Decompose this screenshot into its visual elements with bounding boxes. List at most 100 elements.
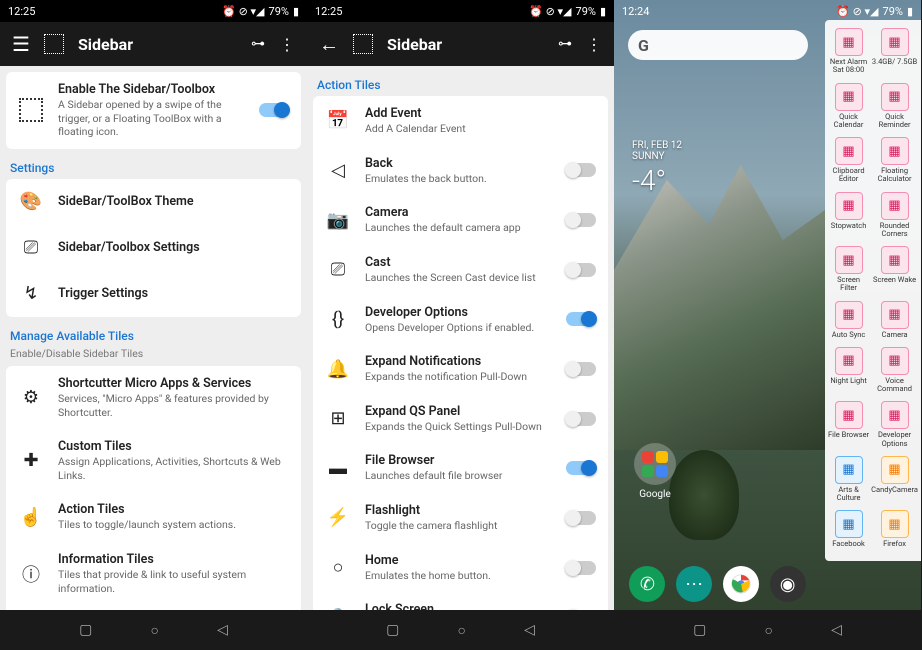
panel-item[interactable]: ▦ Voice Command — [870, 345, 919, 400]
circle-o-icon: ○ — [325, 555, 351, 581]
panel-item[interactable]: ▦ CandyCamera — [870, 454, 919, 509]
overflow-icon[interactable]: ⋮ — [279, 35, 295, 54]
nav-recent-icon[interactable]: ▢ — [79, 622, 92, 638]
nav-back-icon[interactable]: ◁ — [217, 622, 228, 638]
weather-widget[interactable]: FRI, FEB 12 SUNNY -4° — [632, 140, 682, 197]
key-icon[interactable]: ⊶ — [251, 36, 265, 52]
action-row[interactable]: 📅 Add Event Add A Calendar Event — [313, 96, 608, 146]
action-toggle[interactable] — [566, 362, 596, 376]
settings-row[interactable]: ↯ Trigger Settings — [6, 271, 301, 317]
dock-messages-icon[interactable]: ⋯ — [676, 566, 712, 602]
panel-label: Voice Command — [871, 377, 918, 394]
row-sub: Expands the notification Pull-Down — [365, 370, 552, 384]
panel-item[interactable]: ▦ Screen Filter — [827, 244, 870, 299]
action-row[interactable]: ⎚ Cast Launches the Screen Cast device l… — [313, 245, 608, 295]
action-row[interactable]: 🔒 Lock Screen Locks your screen — [313, 592, 608, 610]
puzzle-icon: ✚ — [18, 448, 44, 474]
action-row[interactable]: ⚡ Flashlight Toggle the camera flashligh… — [313, 493, 608, 543]
tile-row[interactable]: ✚ Custom Tiles Assign Applications, Acti… — [6, 429, 301, 492]
panel-item[interactable]: ▦ Stopwatch — [827, 190, 870, 245]
panel-label: Rounded Corners — [871, 222, 918, 239]
action-toggle[interactable] — [566, 561, 596, 575]
content-scroll[interactable]: Action Tiles 📅 Add Event Add A Calendar … — [307, 66, 614, 610]
enable-toggle[interactable] — [259, 103, 289, 117]
google-search[interactable]: G — [628, 30, 808, 60]
tile-row[interactable]: ☝ Action Tiles Tiles to toggle/launch sy… — [6, 492, 301, 542]
nav-recent-icon[interactable]: ▢ — [693, 622, 706, 638]
nav-home-icon[interactable]: ○ — [150, 622, 158, 639]
content-scroll[interactable]: Enable The Sidebar/Toolbox A Sidebar ope… — [0, 66, 307, 610]
panel-item[interactable]: ▦ 3.4GB/ 7.5GB — [870, 26, 919, 81]
action-row[interactable]: 🔔 Expand Notifications Expands the notif… — [313, 344, 608, 394]
tile-row[interactable]: ⚙ Shortcutter Micro Apps & Services Serv… — [6, 366, 301, 429]
action-toggle[interactable] — [566, 213, 596, 227]
nav-home-icon[interactable]: ○ — [764, 622, 772, 639]
panel-label: Quick Reminder — [871, 113, 918, 130]
panel-item[interactable]: ▦ Camera — [870, 299, 919, 345]
action-toggle[interactable] — [566, 312, 596, 326]
panel-item[interactable]: ▦ Floating Calculator — [870, 135, 919, 190]
action-toggle[interactable] — [566, 461, 596, 475]
grid-icon — [19, 98, 43, 122]
panel-item[interactable]: ▦ Firefox — [870, 508, 919, 554]
status-icons: ⏰ ⊘ ▾◢ 79% ▮ — [222, 5, 299, 18]
action-toggle[interactable] — [566, 263, 596, 277]
dock-camera-icon[interactable]: ◉ — [770, 566, 806, 602]
panel-item[interactable]: ▦ Next Alarm Sat 08:00 — [827, 26, 870, 81]
status-bar: 12:25 ⏰ ⊘ ▾◢ 79% ▮ — [0, 0, 307, 22]
key-icon[interactable]: ⊶ — [558, 36, 572, 52]
panel-item[interactable]: ▦ Rounded Corners — [870, 190, 919, 245]
overflow-icon[interactable]: ⋮ — [586, 35, 602, 54]
action-row[interactable]: ▬ File Browser Launches default file bro… — [313, 443, 608, 493]
action-toggle[interactable] — [566, 163, 596, 177]
panel-item[interactable]: ▦ File Browser — [827, 399, 870, 454]
status-bar: 12:24 ⏰ ⊘ ▾◢ 79% ▮ — [614, 0, 921, 22]
action-row[interactable]: ○ Home Emulates the home button. — [313, 543, 608, 593]
row-sub: Launches the default camera app — [365, 221, 552, 235]
action-toggle[interactable] — [566, 511, 596, 525]
panel-item[interactable]: ▦ Quick Reminder — [870, 81, 919, 136]
google-folder[interactable]: Google — [634, 443, 676, 500]
dock-phone-icon[interactable]: ✆ — [629, 566, 665, 602]
panel-item[interactable]: ▦ Auto Sync — [827, 299, 870, 345]
row-sub: Expands the Quick Settings Pull-Down — [365, 420, 552, 434]
panel-item[interactable]: ▦ Clipboard Editor — [827, 135, 870, 190]
action-row[interactable]: ⊞ Expand QS Panel Expands the Quick Sett… — [313, 394, 608, 444]
panel-item[interactable]: ▦ Night Light — [827, 345, 870, 400]
panel-item[interactable]: ▦ Quick Calendar — [827, 81, 870, 136]
panel-item[interactable]: ▦ Arts & Culture — [827, 454, 870, 509]
panel-item[interactable]: ▦ Screen Wake — [870, 244, 919, 299]
action-toggle[interactable] — [566, 412, 596, 426]
settings-row[interactable]: 🎨 SideBar/ToolBox Theme — [6, 179, 301, 225]
row-sub: Emulates the back button. — [365, 172, 552, 186]
action-row[interactable]: 📷 Camera Launches the default camera app — [313, 195, 608, 245]
nav-bar: ▢ ○ ◁ — [614, 610, 921, 650]
action-row[interactable]: ◁ Back Emulates the back button. — [313, 146, 608, 196]
panel-label: Facebook — [828, 540, 869, 548]
panel-label: Quick Calendar — [828, 113, 869, 130]
nav-back-icon[interactable]: ◁ — [524, 622, 535, 638]
nav-bar: ▢ ○ ◁ — [0, 610, 307, 650]
nav-recent-icon[interactable]: ▢ — [386, 622, 399, 638]
nav-back-icon[interactable]: ◁ — [831, 622, 842, 638]
sidebar-panel[interactable]: ▦ Next Alarm Sat 08:00 ▦ 3.4GB/ 7.5GB ▦ … — [825, 20, 921, 561]
status-icons: ⏰ ⊘ ▾◢ 79% ▮ — [529, 5, 606, 18]
panel-tile-icon: ▦ — [835, 246, 863, 274]
bell-icon: 🔔 — [325, 356, 351, 382]
settings-header: Settings — [6, 155, 301, 179]
settings-row[interactable]: ⎚ Sidebar/Toolbox Settings — [6, 225, 301, 271]
nav-home-icon[interactable]: ○ — [457, 622, 465, 639]
enable-title: Enable The Sidebar/Toolbox — [58, 82, 245, 97]
dock-chrome-icon[interactable] — [723, 566, 759, 602]
enable-sub: A Sidebar opened by a swipe of the trigg… — [58, 98, 245, 139]
row-title: Developer Options — [365, 305, 552, 320]
action-row[interactable]: {} Developer Options Opens Developer Opt… — [313, 295, 608, 345]
panel-tile-icon: ▦ — [881, 301, 909, 329]
panel-item[interactable]: ▦ Developer Options — [870, 399, 919, 454]
menu-icon[interactable]: ☰ — [12, 32, 30, 56]
tile-row[interactable]: ⓘ Information Tiles Tiles that provide &… — [6, 542, 301, 605]
back-icon[interactable]: ← — [319, 32, 339, 57]
panel-item[interactable]: ▦ Facebook — [827, 508, 870, 554]
enable-card[interactable]: Enable The Sidebar/Toolbox A Sidebar ope… — [6, 72, 301, 149]
app-logo-icon — [44, 34, 64, 54]
